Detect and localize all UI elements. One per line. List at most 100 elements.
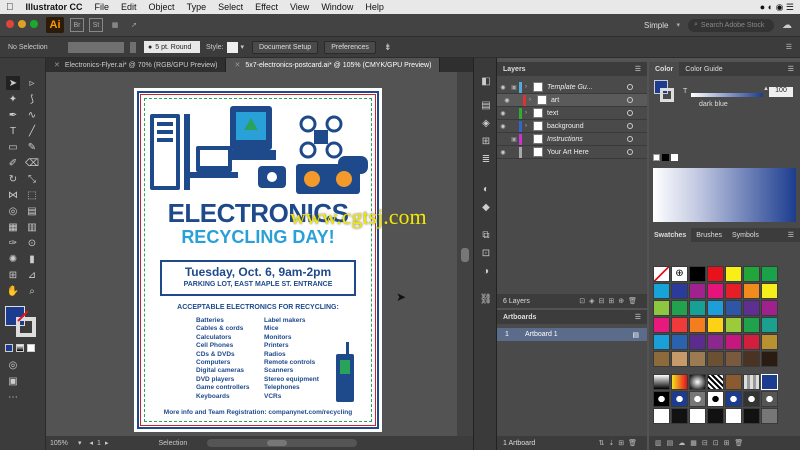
graphic-style-swatch[interactable] [226,41,238,53]
target-icon[interactable] [627,123,633,129]
color-swatch[interactable] [707,317,724,333]
pattern-swatch[interactable] [743,374,760,390]
tab-color-guide[interactable]: Color Guide [679,66,728,73]
gpu-performance-icon[interactable]: ➚ [127,18,141,32]
paintbrush-tool-icon[interactable]: ✎ [25,140,39,154]
zoom-window-button[interactable] [30,20,38,28]
artboard-tool-icon[interactable]: ⊞ [6,268,20,282]
black-swatch[interactable] [662,154,669,161]
menu-edit[interactable]: Edit [115,2,143,12]
color-swatch[interactable] [689,351,706,367]
slice-tool-icon[interactable]: ⊿ [25,268,39,282]
tab-postcard[interactable]: ✕ 5x7-electronics-postcard.ai* @ 105% (C… [226,58,441,72]
layer-name[interactable]: Template Gu... [547,84,593,91]
align-icon[interactable]: ≣ [479,152,493,166]
drawing-mode-icon[interactable]: ◎ [6,358,20,372]
color-swatch[interactable] [653,334,670,350]
color-swatch[interactable] [761,266,778,282]
fill-stroke-box[interactable] [68,41,124,53]
vertical-scrollbar[interactable] [457,72,473,436]
minimize-window-button[interactable] [18,20,26,28]
color-swatch[interactable] [707,283,724,299]
pattern-swatch[interactable] [707,408,724,424]
menu-file[interactable]: File [89,2,116,12]
none-mode-button[interactable] [27,344,35,352]
color-swatch[interactable] [725,266,742,282]
pattern-swatch[interactable] [653,391,670,407]
tab-swatches[interactable]: Swatches [649,228,692,242]
layer-name[interactable]: text [547,110,558,117]
preferences-button[interactable]: Preferences [324,40,376,54]
color-swatch[interactable] [689,334,706,350]
close-icon[interactable]: ✕ [234,61,240,69]
magic-wand-tool-icon[interactable]: ✦ [6,92,20,106]
mesh-tool-icon[interactable]: ▦ [6,220,20,234]
scroll-thumb[interactable] [461,248,469,262]
chevron-down-icon[interactable]: ▾ [78,439,82,447]
layer-name[interactable]: Instructions [547,136,583,143]
target-icon[interactable] [627,84,633,90]
registration-swatch[interactable]: ⊕ [671,266,688,282]
graphic-styles-icon[interactable]: ◆ [479,200,493,214]
menu-window[interactable]: Window [315,2,359,12]
dark-blue-swatch[interactable] [761,374,778,390]
color-swatch[interactable] [689,317,706,333]
width-tool-icon[interactable]: ⋈ [6,188,20,202]
arrange-documents-icon[interactable]: ▦ [108,18,122,32]
blend-tool-icon[interactable]: ⊙ [25,236,39,250]
layer-row[interactable]: ◉ › art [497,94,647,107]
panel-title[interactable]: Artboards [503,314,536,321]
pattern-swatch[interactable] [725,408,742,424]
shaper-tool-icon[interactable]: ✐ [6,156,20,170]
brush-definition-select[interactable]: ● 5 pt. Round [144,41,200,53]
panel-menu-icon[interactable]: ☰ [788,65,794,73]
color-swatch[interactable] [653,283,670,299]
zoom-tool-icon[interactable]: ⌕ [25,284,39,298]
eraser-tool-icon[interactable]: ⌫ [25,156,39,170]
layer-name[interactable]: Your Art Here [547,149,589,156]
color-swatch[interactable] [761,334,778,350]
edit-toolbar-icon[interactable]: ⋯ [6,390,20,404]
horizontal-scrollbar[interactable] [207,439,358,447]
color-swatch[interactable] [725,351,742,367]
color-swatch[interactable] [725,334,742,350]
tab-symbols[interactable]: Symbols [727,232,764,239]
eye-icon[interactable]: ◉ [497,123,509,130]
gradient-swatch[interactable] [689,374,706,390]
links-icon[interactable]: ⛓ [479,292,493,306]
stock-search-input[interactable]: ⌕ Search Adobe Stock [688,18,774,32]
menu-select[interactable]: Select [212,2,249,12]
creative-cloud-icon[interactable]: ☁ [782,20,792,31]
transparency-icon[interactable]: ◑ [479,264,493,278]
lasso-tool-icon[interactable]: ⟆ [25,92,39,106]
perspective-grid-tool-icon[interactable]: ▤ [25,204,39,218]
color-swatch[interactable] [689,283,706,299]
arrange-icon[interactable]: ⇟ [384,42,392,53]
color-swatch[interactable] [743,351,760,367]
close-icon[interactable]: ✕ [54,61,60,69]
rotate-tool-icon[interactable]: ↻ [6,172,20,186]
pattern-swatch[interactable] [725,391,742,407]
stock-button[interactable]: St [89,18,103,32]
zoom-level[interactable]: 105% [50,440,78,447]
type-tool-icon[interactable]: T [6,124,20,138]
none-swatch[interactable] [653,154,660,161]
color-swatch[interactable] [725,300,742,316]
scroll-thumb[interactable] [267,440,288,446]
expand-icon[interactable]: › [525,123,533,129]
artboards-icon[interactable]: ⊞ [479,134,493,148]
menu-type[interactable]: Type [181,2,213,12]
app-name[interactable]: Illustrator CC [20,2,89,12]
color-swatch[interactable] [653,317,670,333]
artboard-row[interactable]: 1 Artboard 1 ▤ [497,328,647,341]
color-swatch[interactable] [761,351,778,367]
graph-tool-icon[interactable]: ▮ [25,252,39,266]
expand-icon[interactable]: › [525,84,533,90]
gradient-tool-icon[interactable]: ▥ [25,220,39,234]
panel-menu-icon[interactable]: ☰ [786,43,792,51]
panel-menu-icon[interactable]: ☰ [635,313,641,321]
menu-object[interactable]: Object [143,2,181,12]
layer-row[interactable]: ◉ ▣ › Template Gu... [497,81,647,94]
appearance-icon[interactable]: ◐ [479,182,493,196]
color-swatch[interactable] [761,317,778,333]
